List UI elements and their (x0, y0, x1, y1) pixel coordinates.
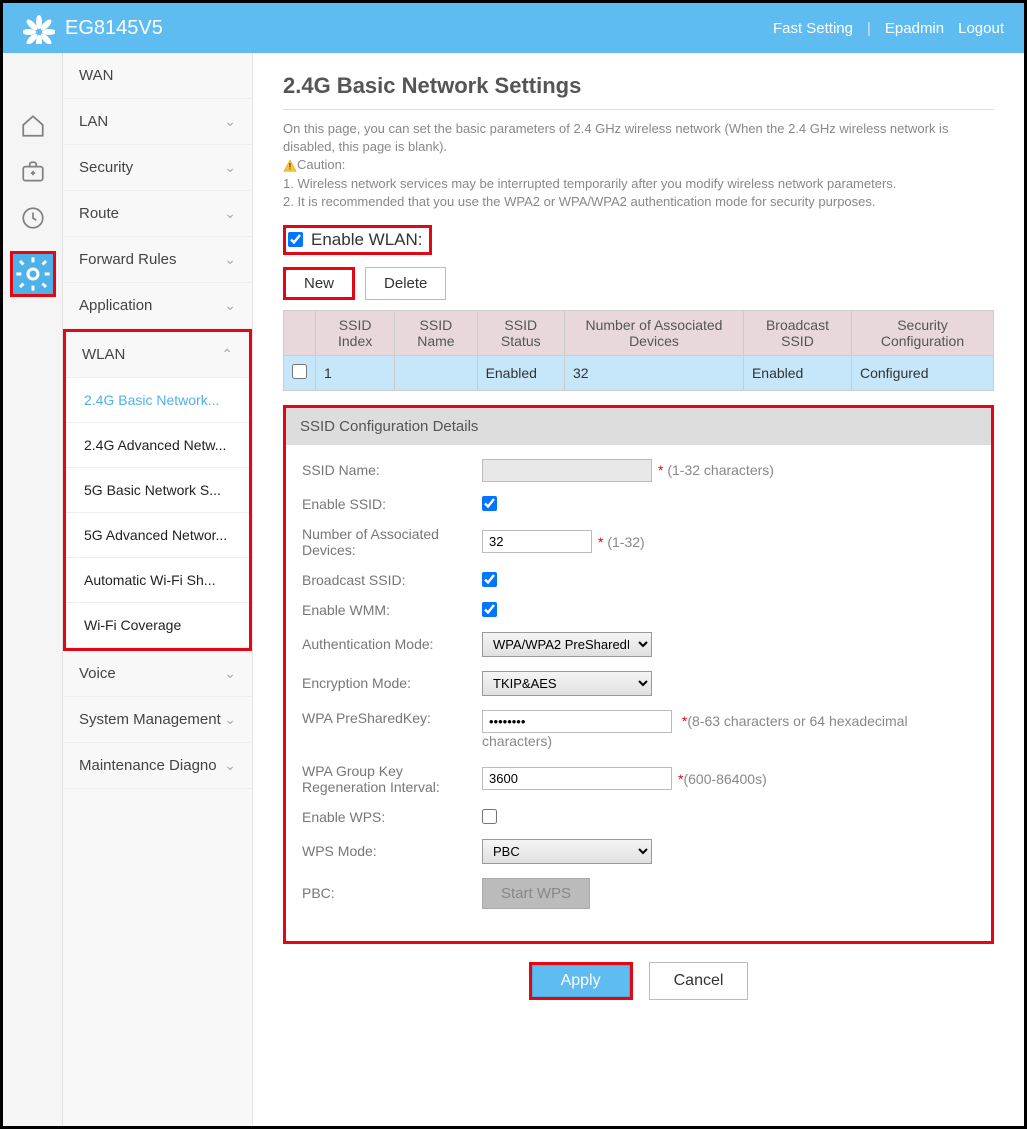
broadcast-checkbox[interactable] (482, 572, 497, 587)
main-content: 2.4G Basic Network Settings On this page… (253, 53, 1024, 1126)
device-model: EG8145V5 (65, 17, 163, 40)
col-broadcast: Broadcast SSID (743, 310, 851, 355)
row-checkbox[interactable] (292, 364, 307, 379)
chevron-down-icon: ⌄ (224, 251, 236, 268)
sidebar-item-voice[interactable]: Voice⌄ (63, 651, 252, 697)
auth-select[interactable]: WPA/WPA2 PreSharedK (482, 632, 652, 657)
wps-enable-checkbox[interactable] (482, 809, 497, 824)
svg-text:!: ! (289, 161, 291, 171)
brand-logo-icon (23, 12, 55, 44)
col-assoc: Number of Associated Devices (564, 310, 743, 355)
wmm-label: Enable WMM: (302, 602, 482, 618)
app-header: EG8145V5 Fast Setting | Epadmin Logout (3, 3, 1024, 53)
enable-wlan-label: Enable WLAN: (311, 230, 423, 250)
home-icon[interactable] (20, 113, 46, 139)
intro-text: On this page, you can set the basic para… (283, 120, 994, 211)
chevron-down-icon: ⌄ (224, 159, 236, 176)
chevron-down-icon: ⌄ (224, 205, 236, 222)
gear-icon[interactable] (10, 251, 56, 297)
sidebar-sub-auto-wifi[interactable]: Automatic Wi-Fi Sh... (66, 558, 249, 603)
regen-label: WPA Group Key Regeneration Interval: (302, 763, 482, 795)
ssid-name-label: SSID Name: (302, 462, 482, 478)
sidebar-item-security[interactable]: Security⌄ (63, 145, 252, 191)
wmm-checkbox[interactable] (482, 602, 497, 617)
new-button[interactable]: New (283, 267, 355, 300)
chevron-down-icon: ⌄ (224, 757, 236, 774)
sidebar-item-wan[interactable]: WAN (63, 53, 252, 99)
divider (283, 109, 994, 110)
wps-enable-label: Enable WPS: (302, 809, 482, 825)
pbc-label: PBC: (302, 885, 482, 901)
briefcase-plus-icon[interactable] (20, 159, 46, 185)
enc-label: Encryption Mode: (302, 675, 482, 691)
enc-select[interactable]: TKIP&AES (482, 671, 652, 696)
col-ssid-index: SSID Index (316, 310, 395, 355)
sidebar-item-route[interactable]: Route⌄ (63, 191, 252, 237)
sidebar-sub-5g-adv[interactable]: 5G Advanced Networ... (66, 513, 249, 558)
assoc-label: Number of Associated Devices: (302, 526, 482, 558)
sidebar-sub-5g-basic[interactable]: 5G Basic Network S... (66, 468, 249, 513)
start-wps-button[interactable]: Start WPS (482, 878, 590, 909)
cancel-button[interactable]: Cancel (649, 962, 749, 1000)
psk-input[interactable] (482, 710, 672, 733)
page-title: 2.4G Basic Network Settings (283, 73, 994, 99)
enable-ssid-label: Enable SSID: (302, 496, 482, 512)
ssid-config-header: SSID Configuration Details (286, 408, 991, 445)
chevron-down-icon: ⌄ (224, 297, 236, 314)
col-ssid-status: SSID Status (477, 310, 564, 355)
wps-mode-select[interactable]: PBC (482, 839, 652, 864)
enable-wlan-checkbox[interactable] (288, 232, 303, 247)
iconbar (3, 53, 63, 1126)
sidebar: WAN LAN⌄ Security⌄ Route⌄ Forward Rules⌄… (63, 53, 253, 1126)
auth-label: Authentication Mode: (302, 636, 482, 652)
col-ssid-name: SSID Name (395, 310, 477, 355)
enable-ssid-checkbox[interactable] (482, 496, 497, 511)
apply-button[interactable]: Apply (532, 965, 630, 997)
sidebar-sub-24g-adv[interactable]: 2.4G Advanced Netw... (66, 423, 249, 468)
chevron-down-icon: ⌄ (224, 113, 236, 130)
chevron-down-icon: ⌄ (224, 665, 236, 682)
ssid-config-panel: SSID Configuration Details SSID Name: * … (283, 405, 994, 944)
sidebar-sub-24g-basic[interactable]: 2.4G Basic Network... (66, 378, 249, 423)
psk-label: WPA PreSharedKey: (302, 710, 482, 726)
table-row[interactable]: 1 Enabled 32 Enabled Configured (284, 355, 994, 390)
ssid-name-input[interactable] (482, 459, 652, 482)
sidebar-item-lan[interactable]: LAN⌄ (63, 99, 252, 145)
caution-icon: ! (283, 159, 297, 173)
regen-input[interactable] (482, 767, 672, 790)
col-security: Security Configuration (851, 310, 993, 355)
sidebar-item-sysmgmt[interactable]: System Management⌄ (63, 697, 252, 743)
enable-wlan-row: Enable WLAN: (283, 225, 432, 255)
logout-link[interactable]: Logout (958, 20, 1004, 37)
delete-button[interactable]: Delete (365, 267, 446, 300)
sidebar-item-application[interactable]: Application⌄ (63, 283, 252, 329)
sidebar-item-wlan[interactable]: WLAN⌃ (66, 332, 249, 378)
divider: | (867, 20, 871, 37)
wps-mode-label: WPS Mode: (302, 843, 482, 859)
sidebar-sub-wifi-coverage[interactable]: Wi-Fi Coverage (66, 603, 249, 648)
broadcast-label: Broadcast SSID: (302, 572, 482, 588)
sidebar-item-forward-rules[interactable]: Forward Rules⌄ (63, 237, 252, 283)
assoc-input[interactable] (482, 530, 592, 553)
status-clock-icon[interactable] (20, 205, 46, 231)
sidebar-item-maintenance[interactable]: Maintenance Diagno⌄ (63, 743, 252, 789)
ssid-table: SSID Index SSID Name SSID Status Number … (283, 310, 994, 391)
chevron-up-icon: ⌃ (221, 346, 233, 363)
fast-setting-link[interactable]: Fast Setting (773, 20, 853, 37)
user-link[interactable]: Epadmin (885, 20, 944, 37)
chevron-down-icon: ⌄ (224, 711, 236, 728)
